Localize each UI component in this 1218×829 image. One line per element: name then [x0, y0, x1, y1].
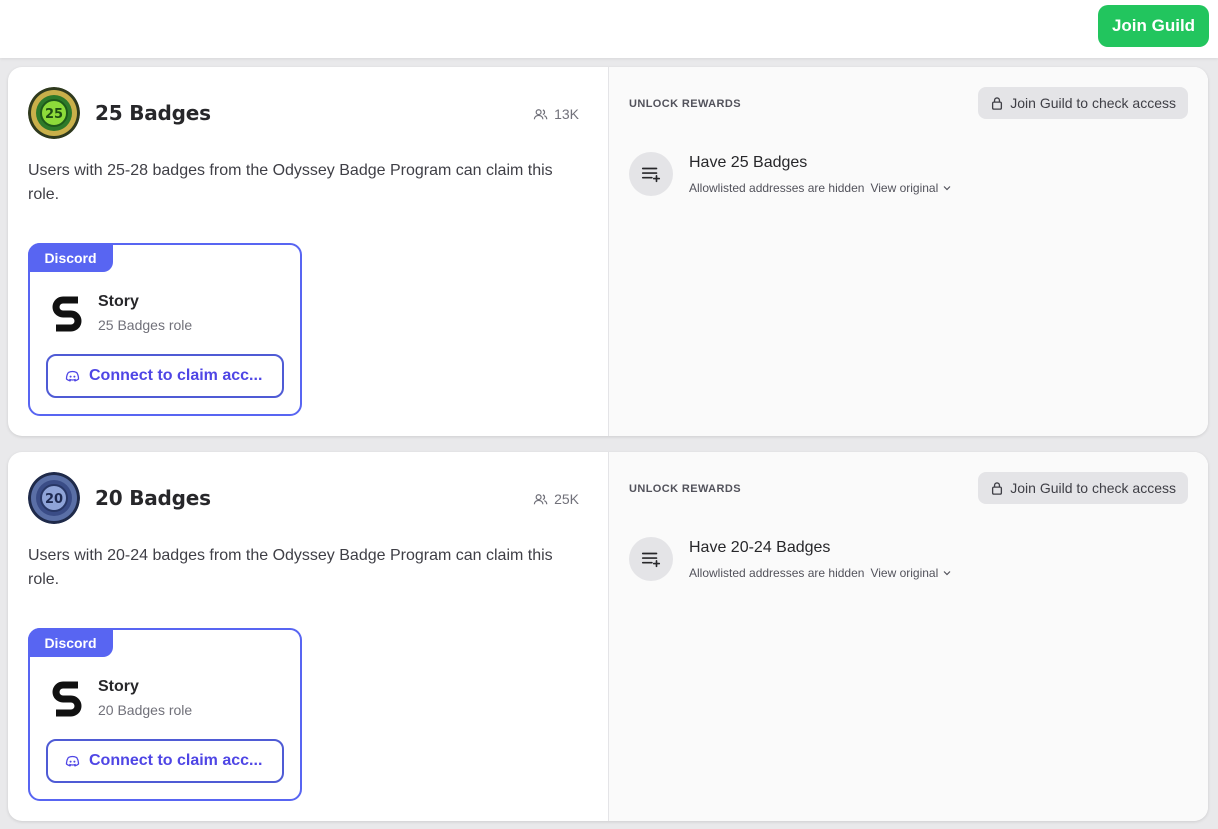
- member-count: 13K: [533, 106, 579, 122]
- view-original-link[interactable]: View original: [870, 181, 952, 195]
- discord-icon: [65, 370, 80, 382]
- list-plus-icon: [629, 537, 673, 581]
- role-description: Users with 20-24 badges from the Odyssey…: [28, 547, 553, 588]
- server-role: 20 Badges role: [98, 702, 193, 718]
- role-info: 25 25 Badges 13K Users with 25-28 badges…: [8, 67, 608, 436]
- hidden-note: Allowlisted addresses are hidden: [689, 566, 865, 580]
- lock-icon: [992, 482, 1003, 495]
- story-logo-icon: [48, 678, 86, 718]
- list-plus-icon: [629, 152, 673, 196]
- lock-icon: [992, 97, 1003, 110]
- platform-tag: Discord: [28, 243, 113, 272]
- role-card: 25 25 Badges 13K Users with 25-28 badges…: [8, 67, 1208, 436]
- check-access-label: Join Guild to check access: [1010, 95, 1176, 111]
- connect-label: Connect to claim acc...: [89, 752, 263, 769]
- server-role: 25 Badges role: [98, 317, 193, 333]
- svg-text:25: 25: [45, 107, 63, 122]
- member-count-value: 25K: [554, 491, 579, 507]
- check-access-button[interactable]: Join Guild to check access: [978, 472, 1188, 504]
- role-title: 20 Badges: [95, 486, 211, 510]
- users-icon: [533, 108, 548, 119]
- badge-avatar: 20: [28, 472, 80, 524]
- chevron-down-icon: [943, 186, 951, 191]
- requirements-pane: UNLOCK REWARDS Join Guild to check acces…: [608, 452, 1208, 821]
- member-count-value: 13K: [554, 106, 579, 122]
- chevron-down-icon: [943, 571, 951, 576]
- server-name: Story: [98, 293, 139, 310]
- badge-avatar: 25: [28, 87, 80, 139]
- requirement-note: Allowlisted addresses are hidden View or…: [689, 566, 952, 580]
- view-original-label: View original: [870, 566, 939, 580]
- story-logo-icon: [48, 293, 86, 333]
- join-guild-button[interactable]: Join Guild: [1098, 5, 1209, 47]
- reward-card: Discord Story 20 Badges role Connect to …: [28, 628, 302, 801]
- member-count: 25K: [533, 491, 579, 507]
- check-access-button[interactable]: Join Guild to check access: [978, 87, 1188, 119]
- role-info: 20 20 Badges 25K Users with 20-24 badges…: [8, 452, 608, 821]
- users-icon: [533, 493, 548, 504]
- role-card: 20 20 Badges 25K Users with 20-24 badges…: [8, 452, 1208, 821]
- role-title: 25 Badges: [95, 101, 211, 125]
- connect-discord-button[interactable]: Connect to claim acc...: [46, 354, 284, 398]
- role-description: Users with 25-28 badges from the Odyssey…: [28, 162, 553, 203]
- server-name: Story: [98, 678, 139, 695]
- requirement-title: Have 20-24 Badges: [689, 539, 831, 556]
- platform-tag: Discord: [28, 628, 113, 657]
- hidden-note: Allowlisted addresses are hidden: [689, 181, 865, 195]
- view-original-label: View original: [870, 181, 939, 195]
- unlock-rewards-label: UNLOCK REWARDS: [629, 98, 741, 110]
- unlock-rewards-label: UNLOCK REWARDS: [629, 483, 741, 495]
- top-bar: Join Guild: [0, 0, 1218, 58]
- requirement-title: Have 25 Badges: [689, 154, 808, 171]
- connect-label: Connect to claim acc...: [89, 367, 263, 384]
- view-original-link[interactable]: View original: [870, 566, 952, 580]
- connect-discord-button[interactable]: Connect to claim acc...: [46, 739, 284, 783]
- requirements-pane: UNLOCK REWARDS Join Guild to check acces…: [608, 67, 1208, 436]
- discord-icon: [65, 755, 80, 767]
- check-access-label: Join Guild to check access: [1010, 480, 1176, 496]
- reward-card: Discord Story 25 Badges role Connect to …: [28, 243, 302, 416]
- requirement-note: Allowlisted addresses are hidden View or…: [689, 181, 952, 195]
- svg-text:20: 20: [45, 492, 63, 507]
